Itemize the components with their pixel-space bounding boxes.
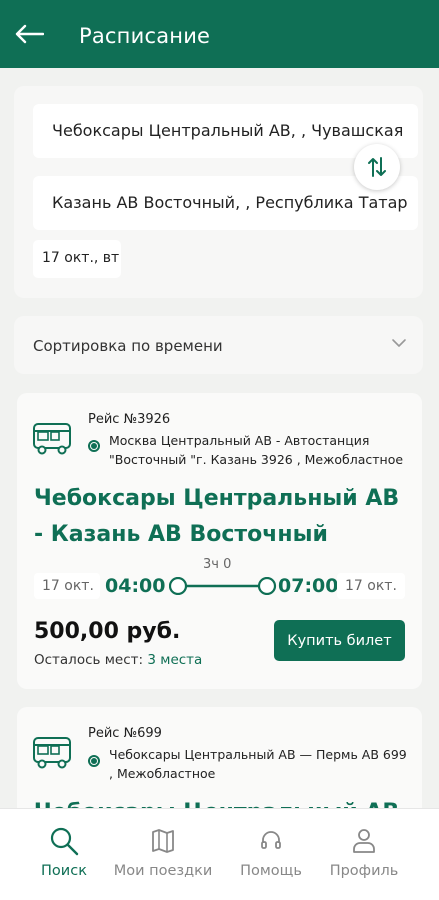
arrival-field[interactable]: Казань АВ Восточный, , Республика Татар	[33, 176, 418, 230]
swap-button[interactable]	[354, 144, 400, 190]
swap-arrows-icon	[368, 157, 386, 177]
buy-ticket-button[interactable]: Купить билет	[274, 620, 405, 661]
search-icon	[50, 827, 79, 856]
seats-left: Осталось мест: 3 места	[34, 652, 202, 668]
trip-card[interactable]: Рейс №3926 Москва Центральный АВ - Автос…	[17, 393, 422, 689]
route-description: Чебоксары Центральный АВ — Пермь АВ 699 …	[109, 747, 407, 781]
search-card: Чебоксары Центральный АВ, , Чувашская Ка…	[14, 86, 423, 298]
bottom-navigation: Поиск Мои поездки Помощь Профиль	[0, 808, 439, 900]
route-title: Чебоксары Центральный АВ - Казань АВ Вос…	[34, 486, 400, 547]
app-bar: Расписание	[0, 0, 439, 68]
route-line-icon	[169, 577, 277, 595]
tab-my-trips[interactable]: Мои поездки	[113, 809, 213, 900]
sort-label: Сортировка по времени	[33, 337, 223, 355]
seats-value: 3 места	[147, 652, 203, 668]
route-dot-icon	[88, 440, 100, 452]
tab-help[interactable]: Помощь	[236, 809, 306, 900]
tab-label: Помощь	[240, 863, 302, 879]
trip-duration: 3ч 0	[203, 557, 232, 572]
bus-icon	[33, 737, 71, 769]
map-icon	[152, 829, 174, 853]
date-chip[interactable]: 17 окт., вт	[33, 240, 121, 278]
ticket-price: 500,00 руб.	[34, 619, 181, 644]
route-number: Рейс №699	[88, 726, 162, 741]
route-description: Москва Центральный АВ - Автостанция "Вос…	[109, 433, 404, 467]
back-button[interactable]	[12, 20, 46, 48]
route-number: Рейс №3926	[88, 412, 171, 427]
arrival-date: 17 окт.	[337, 573, 405, 599]
departure-date: 17 окт.	[34, 573, 100, 599]
arrival-time: 07:00	[278, 575, 339, 597]
bus-icon	[33, 423, 71, 455]
chevron-down-icon	[392, 339, 406, 347]
route-dot-icon	[88, 755, 100, 767]
tab-profile[interactable]: Профиль	[326, 809, 402, 900]
time-row: 17 окт. 04:00 3ч 0 07:00 17 окт.	[17, 557, 422, 607]
sort-dropdown[interactable]: Сортировка по времени	[14, 316, 423, 374]
user-icon	[353, 829, 375, 853]
seats-label: Осталось мест:	[34, 652, 144, 668]
tab-search[interactable]: Поиск	[26, 809, 102, 900]
page-title: Расписание	[79, 24, 211, 48]
departure-time: 04:00	[105, 575, 166, 597]
arrow-left-icon	[15, 24, 44, 44]
headset-icon	[261, 831, 281, 849]
tab-label: Профиль	[329, 863, 399, 879]
tab-label: Мои поездки	[113, 863, 213, 879]
tab-label: Поиск	[41, 863, 87, 879]
